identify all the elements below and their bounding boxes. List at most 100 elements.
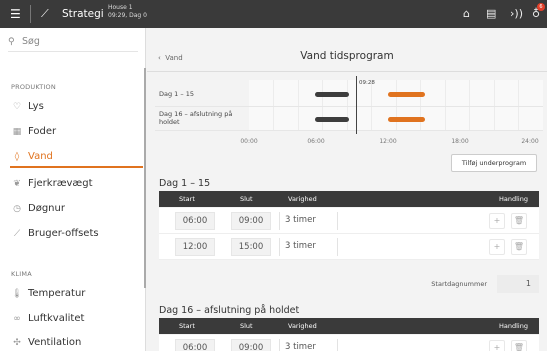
divider (279, 212, 280, 230)
end-time-field[interactable]: 15:00 (231, 238, 271, 256)
add-subprogram-button[interactable]: Tilføj underprogram (451, 154, 537, 172)
bulb-icon: ♡ (12, 102, 22, 112)
grid-line (445, 80, 446, 130)
divider (279, 238, 280, 256)
sidebar-item-temperatur[interactable]: 🌡︎ Temperatur (0, 283, 145, 305)
sidebar-item-fjerkraevaegt[interactable]: ❦ Fjerkrævægt (0, 173, 145, 195)
table-row: 06:00 09:00 3 timer + 🗑︎ (159, 335, 539, 351)
strategy-label[interactable]: Strategi (62, 8, 104, 20)
grid-line (273, 80, 274, 130)
search-placeholder: Søg (22, 36, 40, 47)
col-action: Handling (499, 195, 528, 203)
drop-icon: ◊ (14, 152, 20, 162)
end-time-field[interactable]: 09:00 (231, 212, 271, 230)
grid-line (420, 80, 421, 130)
col-duration: Varighed (288, 195, 317, 203)
add-row-button[interactable]: + (489, 340, 505, 351)
timeline-bar (388, 92, 425, 97)
table-row: 12:00 15:00 3 timer + 🗑︎ (159, 234, 539, 260)
sidebar-item-vand[interactable]: ◊ Vand (0, 146, 145, 168)
feed-icon: ▦ (12, 127, 22, 137)
strategy-icon: ⟋ (41, 7, 49, 20)
delete-icon[interactable]: 🗑︎ (511, 239, 527, 255)
page-title: Vand tidsprogram (300, 50, 394, 62)
timeline-row-label: Dag 16 – afslutning på holdet (159, 110, 233, 126)
row-divider (155, 130, 543, 131)
row-divider (155, 106, 543, 107)
save-icon[interactable]: ▤ (486, 7, 496, 20)
sidebar-item-label: Vand (28, 151, 53, 162)
start-time-field[interactable]: 06:00 (175, 339, 215, 351)
table-header: Start Slut Varighed Handling (159, 191, 539, 207)
duration-value: 3 timer (285, 241, 316, 251)
sidebar-item-label: Bruger-offsets (28, 228, 99, 239)
delete-icon[interactable]: 🗑︎ (511, 340, 527, 351)
sidebar-item-label: Luftkvalitet (28, 313, 85, 324)
fan-icon: ✣ (13, 338, 21, 348)
offset-icon: ⟋ (13, 229, 21, 239)
grid-line (518, 80, 519, 130)
start-day-row: Startdagnummer 1 (159, 272, 539, 298)
search-icon: ⚲ (8, 37, 15, 47)
col-start: Start (179, 195, 195, 203)
divider (337, 212, 338, 230)
col-start: Start (179, 322, 195, 330)
sidebar-item-foder[interactable]: ▦ Foder (0, 121, 145, 143)
sidebar-item-label: Temperatur (28, 288, 86, 299)
sidebar-item-label: Lys (28, 101, 44, 112)
add-row-button[interactable]: + (489, 239, 505, 255)
timeline-bar (315, 92, 349, 97)
bird-icon: ❦ (13, 179, 21, 189)
sidebar-item-doegnur[interactable]: ◷ Døgnur (0, 198, 145, 220)
start-day-label: Startdagnummer (431, 280, 487, 288)
grid-line (347, 80, 348, 130)
add-row-button[interactable]: + (489, 213, 505, 229)
col-end: Slut (240, 195, 253, 203)
grid-line (396, 80, 397, 130)
axis-tick: 06:00 (307, 138, 325, 145)
sidebar-item-luftkvalitet[interactable]: ∞ Luftkvalitet (0, 308, 145, 330)
axis-tick: 00:00 (240, 138, 258, 145)
sidebar-scrollbar[interactable] (144, 68, 146, 288)
duration-value: 3 timer (285, 342, 316, 351)
search-input[interactable]: ⚲ Søg (8, 32, 138, 52)
sidebar-item-bruger-offsets[interactable]: ⟋ Bruger-offsets (0, 223, 145, 245)
sidebar: ⚲ Søg PRODUKTION ♡ Lys ▦ Foder ◊ Vand ❦ … (0, 28, 146, 351)
grid-line (494, 80, 495, 130)
sidebar-item-ventilation[interactable]: ✣ Ventilation (0, 332, 145, 351)
start-day-input[interactable]: 1 (497, 275, 539, 293)
col-end: Slut (240, 322, 253, 330)
timeline-bar (315, 117, 349, 122)
start-time-field[interactable]: 06:00 (175, 212, 215, 230)
sidebar-item-label: Ventilation (28, 337, 82, 348)
start-time-field[interactable]: 12:00 (175, 238, 215, 256)
duration-value: 3 timer (285, 215, 316, 225)
delete-icon[interactable]: 🗑︎ (511, 213, 527, 229)
clock-icon: ◷ (13, 204, 21, 214)
timeline-grid (249, 80, 543, 130)
menu-icon[interactable]: ☰ (10, 7, 21, 21)
house-time-day: 09:29, Dag 0 (108, 12, 147, 19)
divider (279, 339, 280, 351)
home-icon[interactable]: ⌂ (463, 7, 470, 20)
current-time-label: 09:28 (359, 80, 375, 86)
sidebar-item-lys[interactable]: ♡ Lys (0, 96, 145, 118)
divider (337, 339, 338, 351)
timeline-bar (388, 117, 425, 122)
current-time-marker (356, 76, 357, 134)
axis-tick: 12:00 (379, 138, 397, 145)
col-duration: Varighed (288, 322, 317, 330)
house-name: House 1 (108, 4, 133, 11)
signal-icon[interactable]: ›)) (510, 7, 523, 20)
notification-badge: 6 (537, 3, 545, 11)
timeline-row-label: Dag 1 – 15 (159, 90, 194, 98)
end-time-field[interactable]: 09:00 (231, 339, 271, 351)
grid-line (371, 80, 372, 130)
thermometer-icon: 🌡︎ (11, 289, 23, 299)
section-label-production: PRODUKTION (11, 83, 56, 91)
top-bar: ☰ ⟋ Strategi House 1 09:29, Dag 0 ⌂ ▤ ›)… (0, 0, 547, 28)
sidebar-item-label: Døgnur (28, 203, 65, 214)
axis-tick: 18:00 (451, 138, 469, 145)
main-content: ‹ Vand Vand tidsprogram Dag 1 – 15 Dag 1… (147, 28, 547, 351)
divider (30, 5, 31, 23)
